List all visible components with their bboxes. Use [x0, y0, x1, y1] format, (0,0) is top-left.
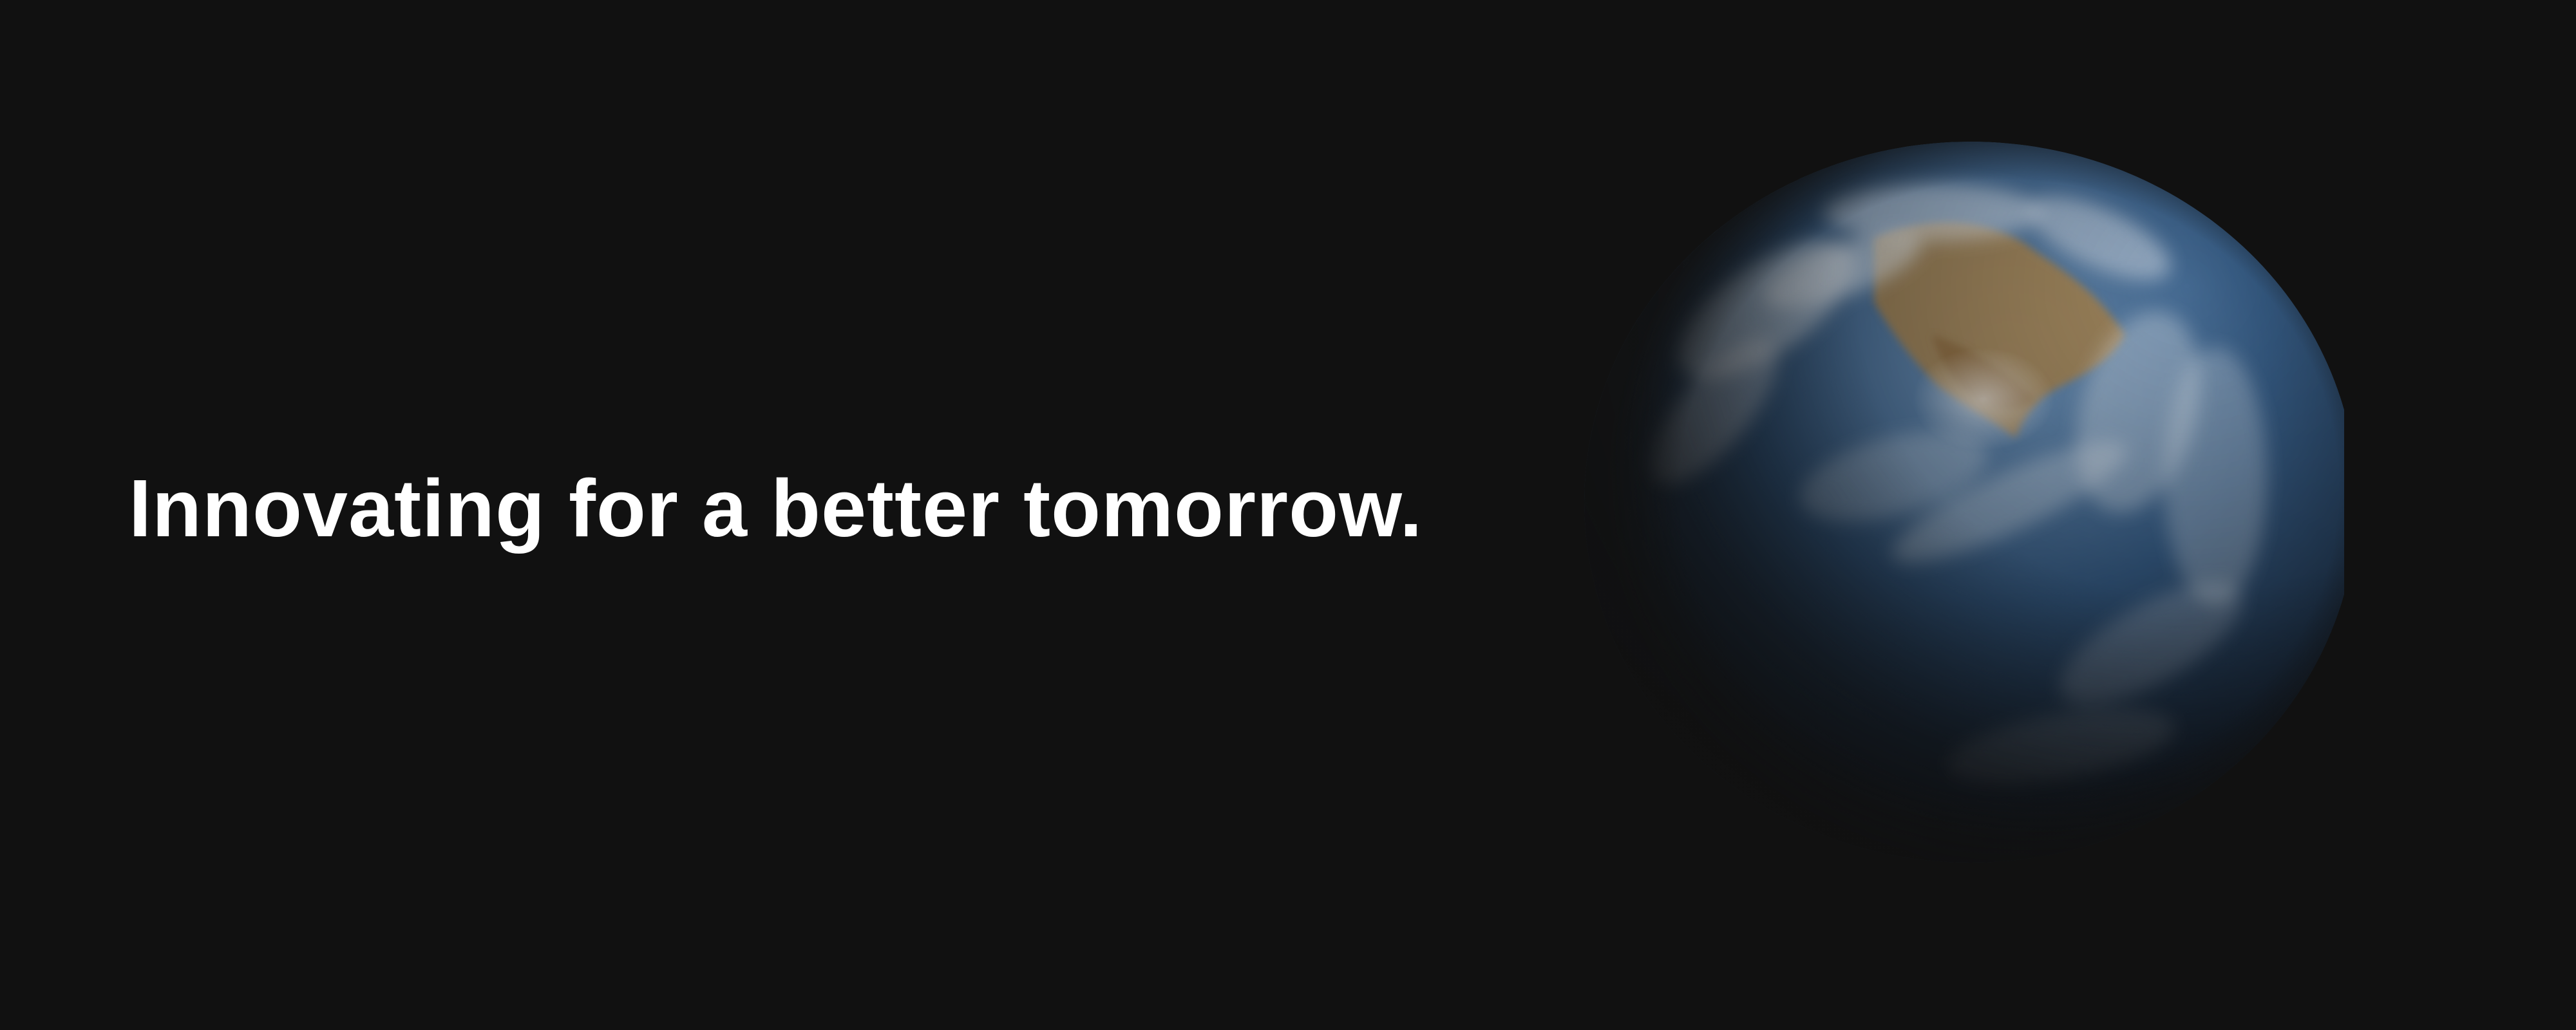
- hero-headline: Innovating for a better tomorrow.: [129, 463, 1423, 554]
- hero-section: Innovating for a better tomorrow.: [0, 0, 2576, 1030]
- earth-globe-icon: [1571, 142, 2344, 876]
